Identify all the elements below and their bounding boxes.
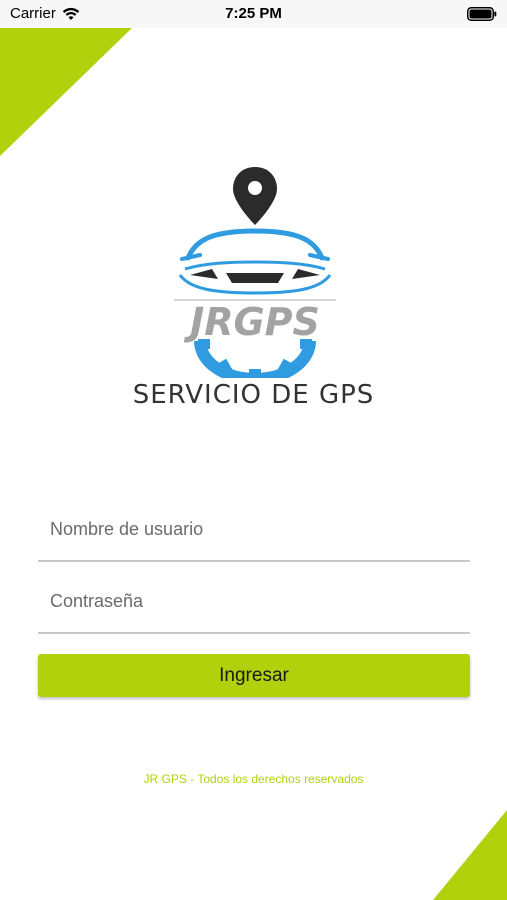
corner-decoration-bottom-right [433,810,507,900]
username-input[interactable] [48,514,462,544]
logo-brand-text: JRGPS [183,300,320,344]
brand-tagline: SERVICIO DE GPS [132,380,375,410]
gear-icon [194,339,316,378]
login-screen: Carrier 7:25 PM JRGPS SERVICIO DE GPS No… [0,0,507,900]
status-time: 7:25 PM [225,5,282,22]
footer-copyright: JR GPS - Todos los derechos reservados [143,772,364,786]
battery-icon [467,7,497,21]
password-field [38,574,470,634]
login-button[interactable]: Ingresar [38,654,470,697]
corner-decoration-top-left [0,28,132,156]
car-icon [178,228,332,295]
brand-logo: JRGPS [174,167,336,378]
status-bar: Carrier 7:25 PM [0,0,507,28]
password-input[interactable] [48,586,462,616]
location-pin-icon [233,167,277,225]
username-field [38,502,470,562]
